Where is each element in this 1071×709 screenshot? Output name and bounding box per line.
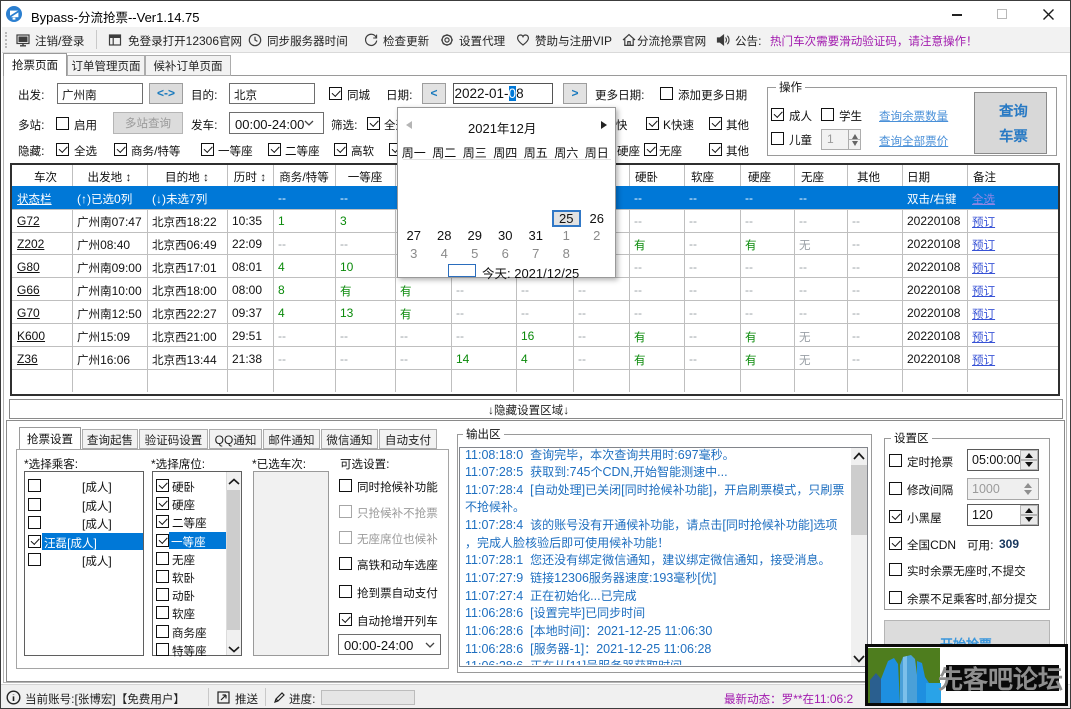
svg-text:先客吧论坛: 先客吧论坛 xyxy=(938,660,1063,696)
